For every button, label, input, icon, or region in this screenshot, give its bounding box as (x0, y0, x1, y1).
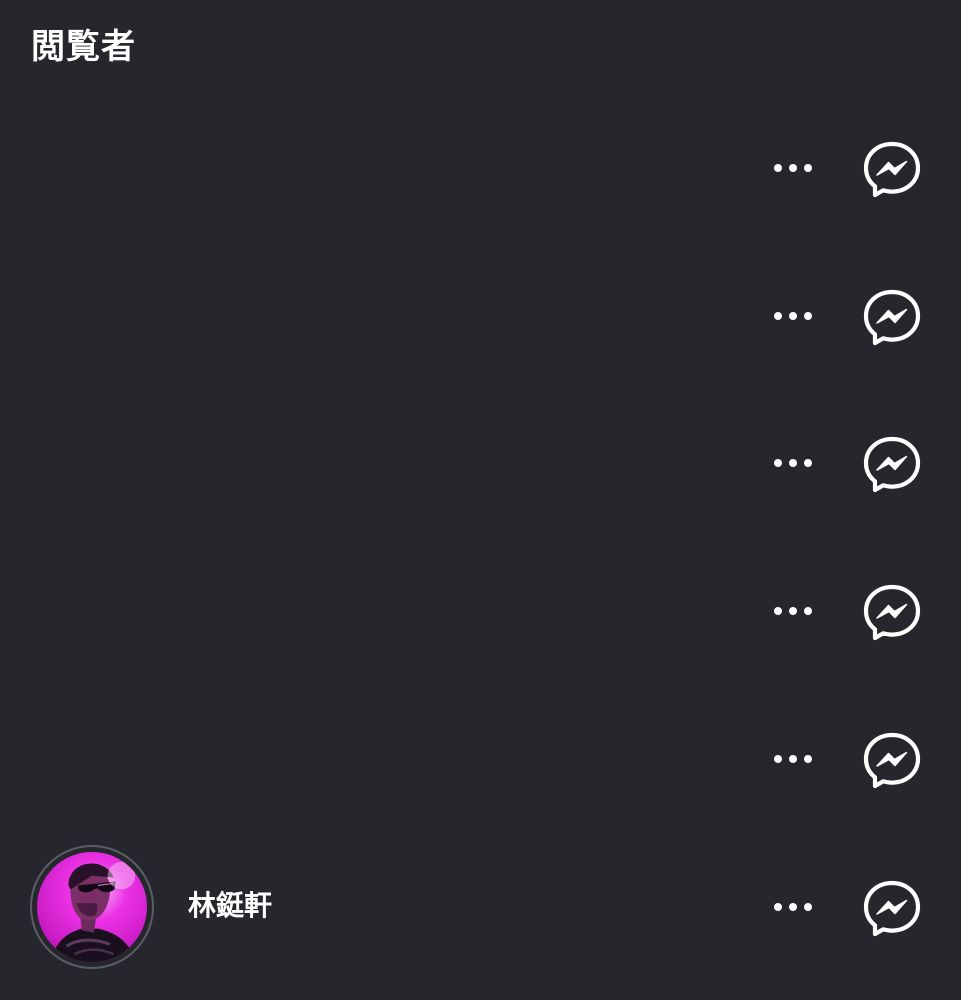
viewer-row[interactable] (0, 710, 961, 810)
messenger-icon (863, 732, 921, 789)
send-message-button[interactable] (860, 432, 924, 496)
send-message-button[interactable] (860, 876, 924, 940)
viewer-row[interactable] (0, 119, 961, 219)
more-options-button[interactable] (764, 296, 822, 336)
viewer-name: 林鋌軒 (188, 889, 273, 922)
send-message-button[interactable] (860, 285, 924, 349)
profile-photo (37, 852, 147, 962)
send-message-button[interactable] (860, 580, 924, 644)
viewer-row[interactable]: 林鋌軒 (0, 845, 961, 971)
messenger-icon (863, 141, 921, 198)
messenger-icon (863, 584, 921, 641)
viewer-row[interactable] (0, 414, 961, 514)
send-message-button[interactable] (860, 137, 924, 201)
more-options-button[interactable] (764, 591, 822, 631)
more-horizontal-icon (774, 459, 812, 467)
viewer-list: 林鋌軒 (0, 0, 961, 1000)
more-options-button[interactable] (764, 148, 822, 188)
more-horizontal-icon (774, 607, 812, 615)
more-options-button[interactable] (764, 887, 822, 927)
more-options-button[interactable] (764, 443, 822, 483)
messenger-icon (863, 880, 921, 937)
avatar[interactable] (30, 845, 154, 969)
more-options-button[interactable] (764, 739, 822, 779)
more-horizontal-icon (774, 755, 812, 763)
viewer-row[interactable] (0, 267, 961, 367)
messenger-icon (863, 436, 921, 493)
more-horizontal-icon (774, 903, 812, 911)
send-message-button[interactable] (860, 728, 924, 792)
messenger-icon (863, 289, 921, 346)
more-horizontal-icon (774, 312, 812, 320)
more-horizontal-icon (774, 164, 812, 172)
viewer-row[interactable] (0, 562, 961, 662)
